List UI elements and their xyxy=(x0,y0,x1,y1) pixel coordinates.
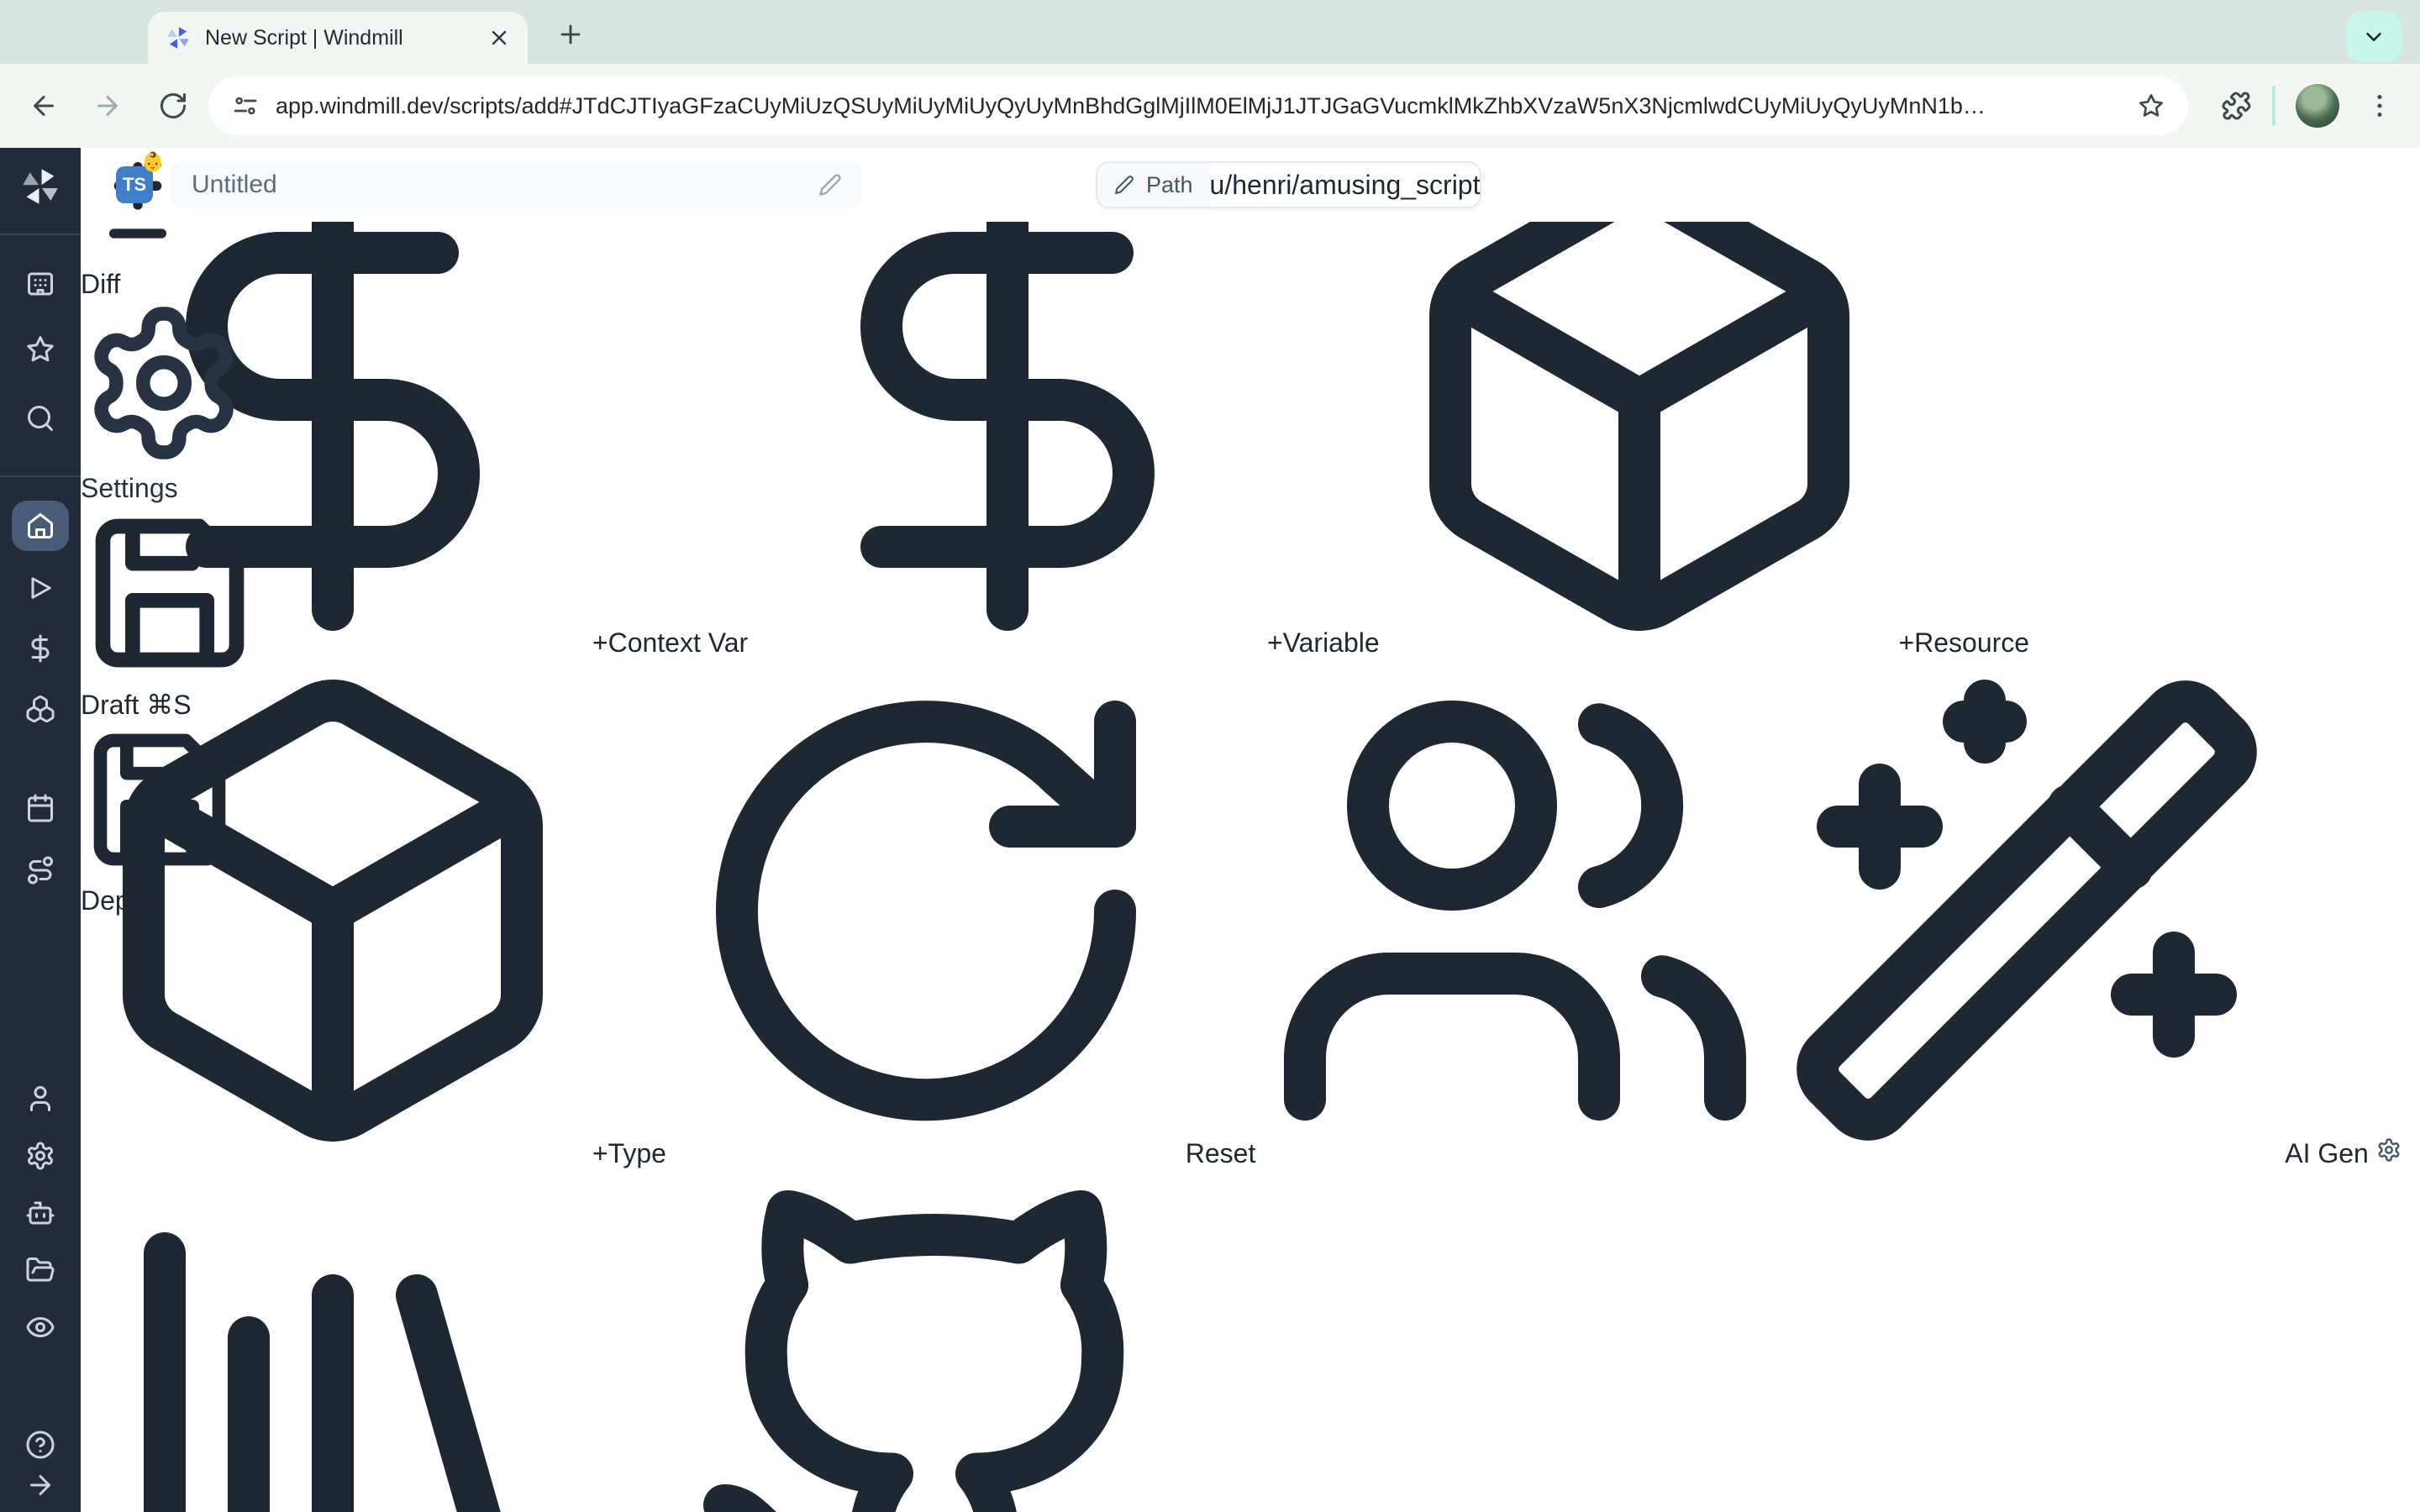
home-icon xyxy=(25,511,55,541)
add-variable-button[interactable]: +Variable xyxy=(755,627,1387,658)
script-name[interactable]: Untitled xyxy=(192,171,818,199)
multiplayer-toggle[interactable] xyxy=(1263,1138,1775,1168)
reset-button[interactable]: Reset xyxy=(674,1138,1263,1168)
tab-close-icon[interactable] xyxy=(487,26,511,50)
dollar-icon xyxy=(755,148,1260,652)
users-icon xyxy=(1263,659,1767,1163)
sidebar-item-home[interactable] xyxy=(12,501,69,551)
runs-icon[interactable] xyxy=(25,573,55,603)
save-icon xyxy=(81,504,259,682)
apps-icon[interactable] xyxy=(25,269,55,299)
ai-gen-label: AI Gen xyxy=(2285,1138,2369,1168)
wand-sparkles-icon xyxy=(1775,659,2279,1163)
windmill-logo-icon[interactable] xyxy=(18,165,62,208)
user-icon[interactable] xyxy=(25,1084,55,1114)
flows-icon[interactable] xyxy=(25,855,55,885)
windmill-favicon xyxy=(165,24,192,51)
settings-button[interactable]: Settings xyxy=(81,300,247,504)
deploy-label: Deploy xyxy=(81,885,165,916)
resources-icon[interactable] xyxy=(25,694,55,724)
path-value[interactable]: u/henri/amusing_script xyxy=(1210,170,1481,201)
browser-tab[interactable]: New Script | Windmill xyxy=(148,12,528,64)
save-icon xyxy=(81,721,239,879)
bookmark-icon[interactable] xyxy=(2138,92,2165,119)
script-name-input[interactable]: Untitled xyxy=(171,161,862,208)
workspace-settings-icon[interactable] xyxy=(25,1141,55,1171)
sidebar xyxy=(0,148,81,1512)
reset-icon xyxy=(674,659,1178,1163)
resource-label: +Resource xyxy=(1898,627,2029,658)
draft-shortcut: ⌘S xyxy=(146,690,191,720)
path-label: Path xyxy=(1146,172,1193,198)
reload-button[interactable] xyxy=(158,91,188,121)
browser-menu-icon[interactable] xyxy=(2365,91,2395,121)
sidebar-divider xyxy=(0,234,81,235)
sidebar-divider xyxy=(0,475,81,477)
script-header: TS 👶 Untitled Path u/henri/amusing_scrip… xyxy=(81,148,2420,222)
schedules-icon[interactable] xyxy=(25,793,55,823)
help-icon[interactable] xyxy=(25,1430,55,1460)
url-bar[interactable]: app.windmill.dev/scripts/add#JTdCJTIyaGF… xyxy=(208,76,2188,135)
add-type-button[interactable]: +Type xyxy=(81,1138,674,1168)
tab-search-button[interactable] xyxy=(2346,12,2402,62)
context-var-label: +Context Var xyxy=(592,627,748,658)
windmill-app: TS 👶 Untitled Path u/henri/amusing_scrip… xyxy=(0,148,2420,1512)
favorites-icon[interactable] xyxy=(25,334,55,365)
avatar[interactable] xyxy=(2296,84,2339,128)
forward-button[interactable] xyxy=(92,91,123,121)
editor-settings-icon[interactable] xyxy=(2376,1137,2402,1163)
type-label: +Type xyxy=(592,1138,666,1168)
badge-emoji: 👶 xyxy=(141,151,164,173)
package-icon xyxy=(1387,148,1891,652)
deploy-button[interactable]: Deploy xyxy=(81,721,239,916)
browser-toolbar: app.windmill.dev/scripts/add#JTdCJTIyaGF… xyxy=(0,64,2420,148)
tab-title: New Script | Windmill xyxy=(205,26,474,50)
search-icon[interactable] xyxy=(25,403,55,433)
expand-sidebar-icon[interactable] xyxy=(25,1470,55,1500)
browser-window: New Script | Windmill app.windmill.dev/s… xyxy=(0,0,2420,1512)
audit-logs-icon[interactable] xyxy=(25,1312,55,1342)
path-button[interactable]: Path u/henri/amusing_script xyxy=(1096,161,1481,208)
add-resource-button[interactable]: +Resource xyxy=(1387,627,2030,658)
diff-label: Diff xyxy=(81,269,120,299)
url-text[interactable]: app.windmill.dev/scripts/add#JTdCJTIyaGF… xyxy=(276,93,2121,119)
browser-tabstrip: New Script | Windmill xyxy=(0,0,2420,64)
settings-label: Settings xyxy=(81,473,178,503)
site-settings-icon[interactable] xyxy=(232,92,259,119)
draft-label: Draft xyxy=(81,690,139,720)
chevron-down-icon xyxy=(2361,24,2386,50)
library-icon xyxy=(81,1169,585,1512)
editor-toolbar: +Context Var +Variable +Resource +Type R… xyxy=(81,148,2420,1512)
back-button[interactable] xyxy=(29,91,59,121)
new-tab-button[interactable] xyxy=(556,20,585,49)
edit-path-pencil-icon xyxy=(1114,175,1134,195)
folders-icon[interactable] xyxy=(25,1255,55,1285)
toolbar-separator xyxy=(2272,86,2275,126)
reset-label: Reset xyxy=(1186,1138,1256,1168)
variable-label: +Variable xyxy=(1267,627,1380,658)
edit-name-pencil-icon[interactable] xyxy=(818,173,842,197)
ai-gen-button[interactable]: AI Gen xyxy=(1775,1138,2376,1168)
main-area: TS 👶 Untitled Path u/henri/amusing_scrip… xyxy=(81,148,2420,1512)
workers-icon[interactable] xyxy=(25,1198,55,1228)
draft-button[interactable]: Draft ⌘S xyxy=(81,504,259,721)
variables-icon[interactable] xyxy=(25,633,55,664)
extensions-icon[interactable] xyxy=(2222,91,2252,121)
settings-gear-icon xyxy=(81,300,247,466)
vscode-icon xyxy=(682,1169,1186,1512)
